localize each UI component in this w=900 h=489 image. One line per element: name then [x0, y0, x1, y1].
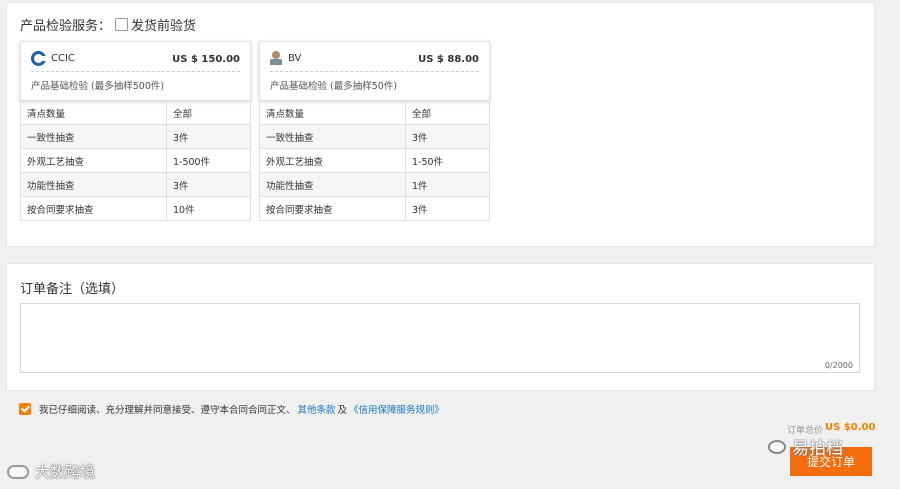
table-cell: 3件 — [405, 196, 490, 221]
table-row: 功能性抽查 3件 — [20, 172, 251, 197]
watermark-left: 大数跨境 — [7, 461, 95, 482]
table-cell: 一致性抽查 — [20, 124, 167, 149]
provider-price: US $ 150.00 — [172, 54, 240, 65]
provider-card-ccic[interactable]: CCIC US $ 150.00 产品基础检验 (最多抽样500件) — [20, 41, 251, 101]
char-counter: 0/2000 — [824, 361, 853, 370]
table-cell: 功能性抽查 — [259, 172, 406, 197]
table-cell: 10件 — [166, 196, 251, 221]
table-cell: 全部 — [166, 100, 251, 125]
inspection-header: 产品检验服务： 发货前验货 — [20, 15, 196, 34]
table-row: 按合同要求抽查 3件 — [259, 196, 490, 221]
table-row: 功能性抽查 1件 — [259, 172, 490, 197]
table-cell: 3件 — [405, 124, 490, 149]
provider-card-bv[interactable]: BV US $ 88.00 产品基础检验 (最多抽样50件) — [259, 41, 490, 101]
pre-shipment-checkbox-label[interactable]: 发货前验货 — [131, 15, 196, 34]
provider-spec-table-bv: 清点数量 全部 一致性抽查 3件 外观工艺抽查 1-50件 功能性抽查 1件 按合同要求… — [259, 100, 490, 221]
provider-description: 产品基础检验 (最多抽样500件) — [31, 81, 165, 92]
table-cell: 清点数量 — [259, 100, 406, 125]
table-row: 外观工艺抽查 1-50件 — [259, 148, 490, 173]
provider-brand: CCIC — [31, 51, 75, 66]
table-row: 一致性抽查 3件 — [259, 124, 490, 149]
divider — [31, 71, 240, 72]
table-cell: 1件 — [405, 172, 490, 197]
provider-price: US $ 88.00 — [418, 54, 479, 65]
inspection-label: 产品检验服务： — [20, 19, 112, 34]
watermark-logo-icon — [7, 464, 29, 479]
provider-spec-table-ccic: 清点数量 全部 一致性抽查 3件 外观工艺抽查 1-500件 功能性抽查 3件 按合同要… — [20, 100, 251, 221]
provider-name: BV — [288, 53, 302, 64]
total-value: US $0.00 — [825, 422, 876, 433]
ccic-logo-icon — [31, 51, 47, 66]
agreement-checkbox[interactable] — [19, 403, 31, 415]
agreement-text: 我已仔细阅读、充分理解并同意接受、遵守本合同合同正文、 — [39, 405, 296, 416]
watermark-text: 易拍档 — [792, 439, 843, 459]
provider-brand: BV — [270, 51, 301, 66]
table-row: 外观工艺抽查 1-500件 — [20, 148, 251, 173]
table-cell: 功能性抽查 — [20, 172, 167, 197]
table-cell: 1-500件 — [166, 148, 251, 173]
table-cell: 按合同要求抽查 — [259, 196, 406, 221]
provider-name: CCIC — [51, 53, 75, 64]
credit-guarantee-rules-link[interactable]: 《信用保障服务规则》 — [349, 402, 444, 416]
table-cell: 清点数量 — [20, 100, 167, 125]
table-cell: 1-50件 — [405, 148, 490, 173]
divider — [270, 71, 479, 72]
remarks-textarea[interactable]: 0/2000 — [20, 303, 860, 373]
pre-shipment-checkbox[interactable] — [115, 18, 129, 31]
wechat-icon — [768, 439, 786, 454]
watermark-right: 易拍档 — [768, 434, 843, 459]
agreement-and: 及 — [337, 405, 348, 416]
remarks-title: 订单备注（选填） — [20, 282, 125, 297]
inspection-panel: 产品检验服务： 发货前验货 CCIC US $ 150.00 产品基础检验 (最… — [6, 2, 875, 247]
table-row: 清点数量 全部 — [259, 100, 490, 125]
table-cell: 全部 — [405, 100, 490, 125]
table-row: 按合同要求抽查 10件 — [20, 196, 251, 221]
table-cell: 一致性抽查 — [259, 124, 406, 149]
table-row: 清点数量 全部 — [20, 100, 251, 125]
other-terms-link[interactable]: 其他条款 — [298, 402, 336, 416]
provider-description: 产品基础检验 (最多抽样50件) — [270, 81, 398, 92]
table-cell: 3件 — [166, 172, 251, 197]
remarks-panel: 订单备注（选填） 0/2000 — [6, 263, 875, 391]
bv-logo-icon — [270, 51, 282, 66]
table-row: 一致性抽查 3件 — [20, 124, 251, 149]
agreement-row: 我已仔细阅读、充分理解并同意接受、遵守本合同合同正文、 其他条款 及 《信用保障… — [19, 402, 446, 416]
watermark-text: 大数跨境 — [35, 463, 96, 481]
table-cell: 按合同要求抽查 — [20, 196, 167, 221]
table-cell: 外观工艺抽查 — [259, 148, 406, 173]
table-cell: 3件 — [166, 124, 251, 149]
table-cell: 外观工艺抽查 — [20, 148, 167, 173]
